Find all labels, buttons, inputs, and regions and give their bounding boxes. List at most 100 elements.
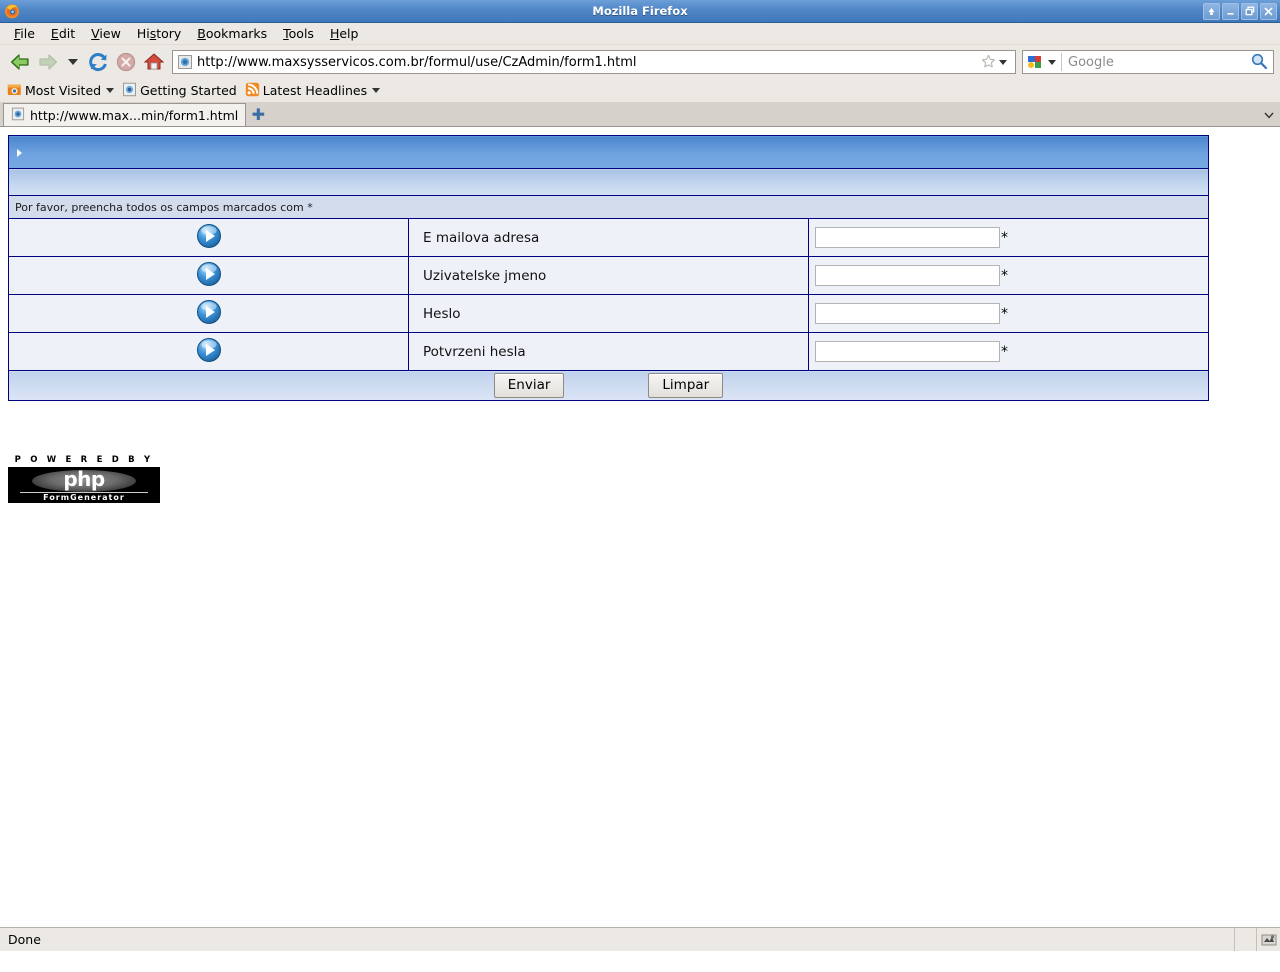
required-marker: * [1001, 229, 1008, 246]
bookmark-latest-headlines[interactable]: Latest Headlines [243, 81, 386, 101]
password-field[interactable] [815, 303, 1000, 324]
field-label: Heslo [408, 294, 809, 333]
chevron-down-icon[interactable] [68, 59, 78, 65]
window-title: Mozilla Firefox [592, 4, 688, 18]
tab-list-button[interactable] [1258, 104, 1280, 126]
chevron-down-icon[interactable] [372, 88, 381, 93]
shade-button[interactable] [1203, 2, 1220, 20]
new-tab-button[interactable]: ✚ [246, 104, 270, 126]
window-controls [1203, 2, 1280, 20]
field-label: E mailova adresa [408, 218, 809, 257]
blue-arrow-bullet-icon [196, 261, 222, 291]
row-bullet-cell [8, 218, 409, 257]
menu-view[interactable]: View [83, 24, 129, 43]
maximize-button[interactable] [1241, 2, 1258, 20]
close-button[interactable] [1260, 2, 1277, 20]
page-content: Por favor, preencha todos os campos marc… [0, 127, 1280, 951]
formgenerator-wordmark: FormGenerator [43, 492, 125, 502]
form-row-email: E mailova adresa * [8, 218, 1209, 257]
most-visited-icon [7, 82, 22, 100]
connection-icon[interactable] [1256, 928, 1280, 951]
form-row-username: Uzivatelske jmeno * [8, 256, 1209, 295]
confirm-password-field[interactable] [815, 341, 1000, 362]
rss-icon [245, 82, 260, 100]
menu-history[interactable]: History [129, 24, 189, 43]
menu-tools[interactable]: Tools [275, 24, 322, 43]
field-input-cell: * [808, 332, 1209, 371]
star-icon[interactable] [981, 54, 997, 70]
chevron-down-icon[interactable] [106, 88, 115, 93]
bookmark-most-visited[interactable]: Most Visited [5, 81, 120, 101]
php-wordmark: php [63, 467, 105, 491]
form-subheader-row [8, 168, 1209, 196]
bookmark-label: Getting Started [140, 83, 237, 98]
search-input[interactable]: Google [1062, 55, 1250, 70]
field-input-cell: * [808, 218, 1209, 257]
form-actions-cell: Enviar Limpar [8, 370, 1209, 401]
page-icon [11, 107, 25, 124]
page-icon [122, 82, 137, 100]
form-instruction-row: Por favor, preencha todos os campos marc… [8, 195, 1209, 219]
form-subheader-bar [8, 168, 1209, 196]
minimize-button[interactable] [1222, 2, 1239, 20]
row-bullet-cell [8, 332, 409, 371]
stop-icon [112, 48, 140, 76]
form-row-confirm-password: Potvrzeni hesla * [8, 332, 1209, 371]
menu-edit[interactable]: Edit [43, 24, 83, 43]
form-instruction-text: Por favor, preencha todos os campos marc… [8, 195, 1209, 219]
status-slot [1234, 928, 1256, 951]
field-input-cell: * [808, 256, 1209, 295]
field-label: Potvrzeni hesla [408, 332, 809, 371]
navigation-toolbar: http://www.maxsysservicos.com.br/formul/… [0, 45, 1280, 79]
form-row-password: Heslo * [8, 294, 1209, 333]
submit-button[interactable]: Enviar [493, 373, 565, 398]
browser-tab[interactable]: http://www.max...min/form1.html [3, 103, 247, 126]
bookmark-getting-started[interactable]: Getting Started [120, 81, 243, 101]
window-titlebar: Mozilla Firefox [0, 0, 1280, 23]
status-bar: Done [0, 927, 1280, 951]
menu-help[interactable]: Help [322, 24, 367, 43]
search-bar[interactable]: Google [1022, 50, 1274, 74]
required-marker: * [1001, 305, 1008, 322]
menu-bar: File Edit View History Bookmarks Tools H… [0, 23, 1280, 45]
powered-by-php-formgenerator-logo: P O W E R E D B Y php FormGenerator [8, 455, 160, 503]
registration-form-table: Por favor, preencha todos os campos marc… [8, 135, 1209, 401]
chevron-down-icon[interactable] [1048, 59, 1056, 65]
chevron-down-icon[interactable] [999, 59, 1007, 65]
back-arrow-icon[interactable] [6, 48, 34, 76]
field-label: Uzivatelske jmeno [408, 256, 809, 295]
status-right-slots [1234, 928, 1280, 951]
row-bullet-cell [8, 294, 409, 333]
blue-arrow-bullet-icon [196, 337, 222, 367]
home-icon[interactable] [140, 48, 168, 76]
field-input-cell: * [808, 294, 1209, 333]
email-field[interactable] [815, 227, 1000, 248]
bookmarks-toolbar: Most Visited Getting Started Latest Head… [0, 79, 1280, 103]
url-bar[interactable]: http://www.maxsysservicos.com.br/formul/… [172, 50, 1016, 74]
tab-label: http://www.max...min/form1.html [30, 107, 239, 123]
bookmark-label: Latest Headlines [262, 83, 368, 98]
required-marker: * [1001, 267, 1008, 284]
google-icon[interactable] [1026, 54, 1043, 70]
bookmark-label: Most Visited [25, 83, 102, 98]
form-header-bar [8, 135, 1209, 169]
blue-arrow-bullet-icon [196, 223, 222, 253]
reset-button[interactable]: Limpar [648, 373, 724, 398]
php-logo-box: php FormGenerator [8, 467, 160, 503]
required-marker: * [1001, 343, 1008, 360]
username-field[interactable] [815, 265, 1000, 286]
tab-bar: http://www.max...min/form1.html ✚ [0, 103, 1280, 127]
magnifier-icon[interactable] [1250, 52, 1270, 72]
page-icon [177, 54, 193, 70]
menu-file[interactable]: File [6, 24, 43, 43]
status-text: Done [8, 932, 41, 947]
firefox-icon [4, 3, 20, 19]
blue-arrow-bullet-icon [196, 299, 222, 329]
row-bullet-cell [8, 256, 409, 295]
reload-icon[interactable] [84, 48, 112, 76]
triangle-right-icon [17, 149, 22, 157]
forward-arrow-icon [34, 48, 62, 76]
form-header-row [8, 135, 1209, 169]
menu-bookmarks[interactable]: Bookmarks [189, 24, 275, 43]
url-text: http://www.maxsysservicos.com.br/formul/… [197, 54, 637, 70]
